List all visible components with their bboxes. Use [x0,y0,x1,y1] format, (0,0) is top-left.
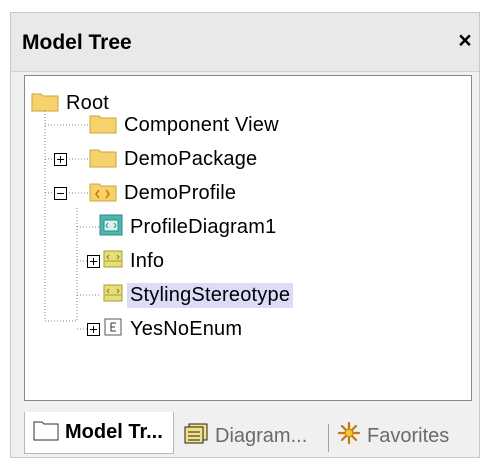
tab-label: Diagram... [215,424,308,447]
tab-label: Favorites [367,424,450,447]
tree-node-info[interactable]: Info [103,246,167,276]
tree-node-yesnoenum[interactable]: YesNoEnum [103,314,245,344]
folder-icon [31,90,59,117]
favorites-icon [337,421,361,450]
expand-icon[interactable] [87,323,100,336]
close-icon[interactable]: × [454,27,476,53]
profile-diagram-icon [99,214,123,241]
tree-node-component-view[interactable]: Component View [89,110,282,140]
expand-icon[interactable] [54,153,67,166]
folder-icon [89,112,117,139]
tree-node-demopackage[interactable]: DemoPackage [89,144,260,174]
enumeration-icon [103,317,123,342]
tree-node-label: Info [130,249,165,272]
tree-node-demoprofile[interactable]: DemoProfile [89,178,239,208]
stereotype-icon [103,249,123,274]
panel-title: Model Tree [22,31,132,54]
model-tree-panel: Model Tree × Root Component View DemoPac… [10,12,480,458]
tab-model-tree[interactable]: Model Tr... [24,412,174,454]
folder-icon [33,419,59,447]
profile-folder-icon [89,180,117,207]
diagram-tree-icon [183,422,209,450]
collapse-icon[interactable] [54,187,67,200]
panel-tabbar: Model Tr... Diagram... Favorites [11,408,479,458]
tree-node-label: YesNoEnum [130,317,243,340]
tree-node-stylingstereotype[interactable]: StylingStereotype [103,280,294,310]
tree-node-label: Component View [124,113,279,136]
tab-favorites[interactable]: Favorites [337,418,449,454]
folder-icon [89,146,117,173]
stereotype-icon [103,283,123,308]
tree-node-label: DemoPackage [124,147,258,170]
tab-diagram-tree[interactable]: Diagram... [183,418,307,454]
tab-label: Model Tr... [65,421,163,443]
model-tree[interactable]: Root Component View DemoPackage DemoProf… [24,75,472,401]
panel-titlebar: Model Tree × [11,13,479,72]
tree-node-label: DemoProfile [124,181,237,204]
tab-separator [328,424,329,452]
tree-node-label: ProfileDiagram1 [130,215,277,238]
expand-icon[interactable] [87,255,100,268]
tree-node-label: StylingStereotype [127,282,294,308]
tree-node-profilediagram1[interactable]: ProfileDiagram1 [99,212,279,242]
